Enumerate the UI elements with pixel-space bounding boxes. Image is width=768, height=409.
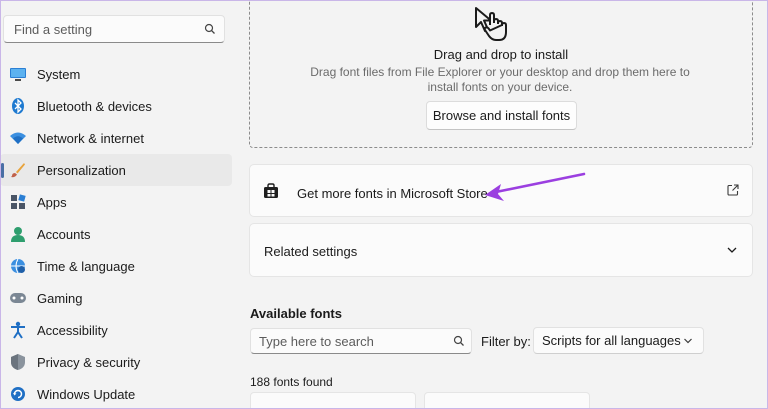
accessibility-icon (9, 321, 27, 339)
font-tile[interactable] (250, 392, 416, 409)
sidebar-item-label: Gaming (37, 290, 83, 306)
sidebar: System Bluetooth & devices Network & int… (0, 0, 232, 409)
sidebar-item-label: Accessibility (37, 322, 108, 338)
system-icon (9, 65, 27, 83)
sidebar-item-time-language[interactable]: Time & language (0, 250, 232, 282)
drop-zone-title: Drag and drop to install (433, 47, 569, 62)
external-link-icon (727, 184, 739, 196)
search-icon[interactable] (453, 335, 465, 347)
shield-icon (9, 353, 27, 371)
related-settings-label: Related settings (264, 244, 358, 259)
sidebar-item-label: Bluetooth & devices (37, 98, 152, 114)
sidebar-item-bluetooth[interactable]: Bluetooth & devices (0, 90, 232, 122)
brush-icon (9, 161, 27, 179)
gamepad-icon (9, 289, 27, 307)
drop-zone-description: Drag font files from File Explorer or yo… (310, 65, 690, 94)
font-tile[interactable] (424, 392, 590, 409)
sidebar-item-label: Accounts (37, 226, 91, 242)
sidebar-item-windows-update[interactable]: Windows Update (0, 378, 232, 409)
apps-icon (9, 193, 27, 211)
sidebar-item-gaming[interactable]: Gaming (0, 282, 232, 314)
chevron-down-icon (684, 338, 692, 343)
font-search-box[interactable] (250, 328, 472, 354)
sidebar-item-privacy-security[interactable]: Privacy & security (0, 346, 232, 378)
update-icon (9, 385, 27, 403)
sidebar-item-label: Personalization (37, 162, 126, 178)
bluetooth-icon (9, 97, 27, 115)
sidebar-nav: System Bluetooth & devices Network & int… (0, 58, 232, 409)
sidebar-item-label: System (37, 66, 81, 82)
sidebar-item-label: Network & internet (37, 130, 144, 146)
related-settings-expander[interactable]: Related settings (249, 223, 753, 277)
sidebar-item-label: Privacy & security (37, 354, 141, 370)
font-drop-zone[interactable]: Drag and drop to install Drag font files… (249, 0, 753, 148)
available-fonts-heading: Available fonts (250, 306, 342, 321)
fonts-found-count: 188 fonts found (250, 375, 333, 389)
sidebar-item-accessibility[interactable]: Accessibility (0, 314, 232, 346)
filter-by-label: Filter by: (481, 334, 531, 349)
annotation-arrow-icon (485, 172, 586, 201)
sidebar-item-accounts[interactable]: Accounts (0, 218, 232, 250)
browse-install-fonts-button[interactable]: Browse and install fonts (426, 101, 577, 130)
sidebar-item-label: Time & language (37, 258, 135, 274)
sidebar-item-apps[interactable]: Apps (0, 186, 232, 218)
settings-search-box[interactable] (3, 15, 225, 43)
filter-selected-value: Scripts for all languages (542, 333, 681, 348)
store-bag-icon (264, 183, 278, 198)
script-filter-dropdown[interactable]: Scripts for all languages (533, 327, 704, 354)
font-search-input[interactable] (259, 333, 453, 349)
sidebar-item-system[interactable]: System (0, 58, 232, 90)
sidebar-item-label: Windows Update (37, 386, 136, 402)
sidebar-item-network[interactable]: Network & internet (0, 122, 232, 154)
drag-hand-cursor-icon (475, 7, 507, 41)
person-icon (9, 225, 27, 243)
search-icon[interactable] (204, 23, 216, 35)
settings-search-input[interactable] (14, 21, 204, 37)
store-link-label: Get more fonts in Microsoft Store (297, 186, 488, 201)
sidebar-item-personalization[interactable]: Personalization (0, 154, 232, 186)
globe-clock-icon (9, 257, 27, 275)
chevron-down-icon[interactable] (726, 245, 738, 255)
wifi-icon (9, 129, 27, 147)
sidebar-item-label: Apps (37, 194, 67, 210)
